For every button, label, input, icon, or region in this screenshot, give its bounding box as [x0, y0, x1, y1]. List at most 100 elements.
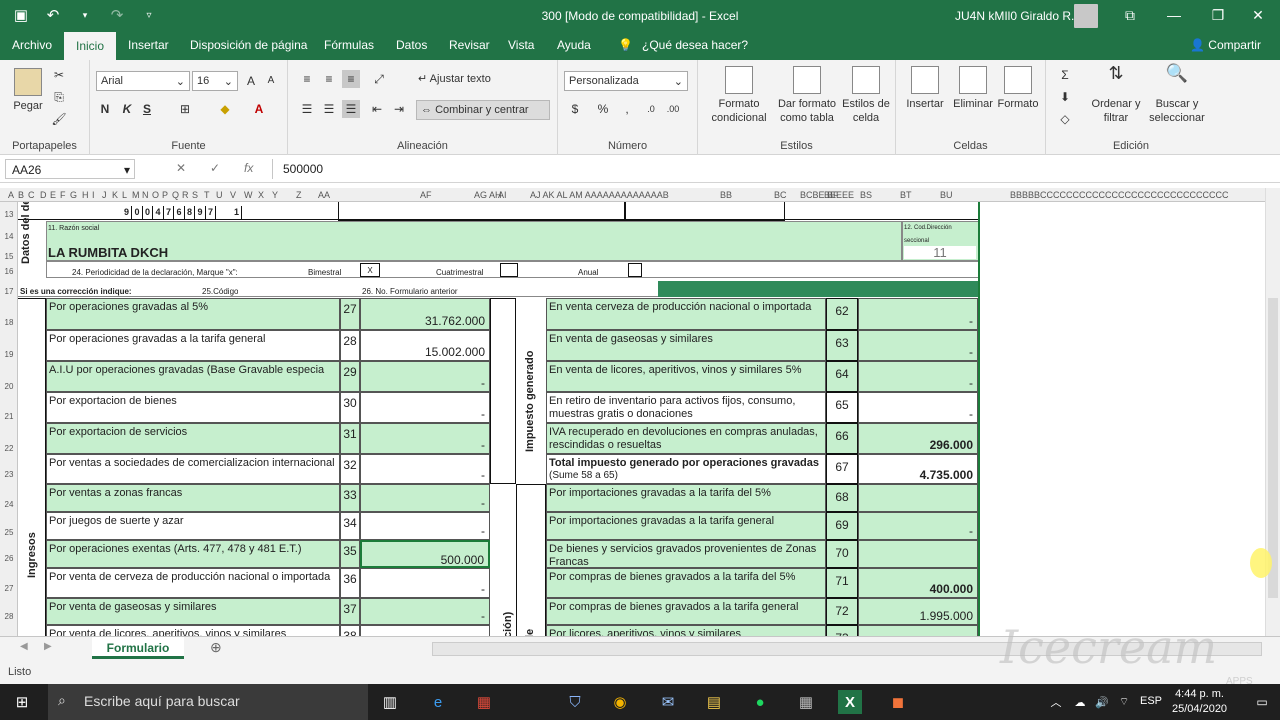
close-icon[interactable]: ✕	[1236, 0, 1280, 30]
row-header[interactable]: 16	[0, 267, 18, 276]
restore-icon[interactable]: ❐	[1196, 0, 1240, 30]
nit-digit[interactable]: 0	[133, 206, 143, 219]
row-header[interactable]: 21	[0, 412, 18, 421]
sheet-tab-formulario[interactable]: Formulario	[92, 637, 184, 659]
gift-icon[interactable]: ▦	[472, 690, 496, 714]
column-header[interactable]: BC	[774, 190, 787, 200]
row-header[interactable]: 13	[0, 210, 18, 219]
row-header[interactable]: 18	[0, 318, 18, 327]
font-name-combo[interactable]: Arial ⌄	[96, 71, 190, 91]
ingreso-value[interactable]: 31.762.000	[360, 298, 490, 330]
autosum-icon[interactable]: Σ	[1056, 66, 1074, 84]
column-header[interactable]: BBBBBCCCCCCCCCCCCCCCCCCCCCCCCCCCCC	[1010, 190, 1229, 200]
font-size-combo[interactable]: 16 ⌄	[192, 71, 238, 91]
tab-formulas[interactable]: Fórmulas	[324, 38, 374, 52]
language-indicator[interactable]: ESP	[1140, 695, 1162, 707]
currency-icon[interactable]: $	[566, 100, 584, 118]
conditional-format-button[interactable]: Formato condicional	[704, 66, 774, 125]
row-header[interactable]: 19	[0, 350, 18, 359]
cancel-icon[interactable]: ✕	[176, 161, 186, 175]
ingreso-value[interactable]: -	[360, 568, 490, 598]
grow-font-icon[interactable]: A	[242, 72, 260, 90]
format-painter-icon[interactable]: 🖌	[50, 110, 68, 128]
column-header[interactable]: F	[60, 190, 66, 200]
volume-icon[interactable]: 🔊	[1090, 690, 1114, 714]
nit-digit[interactable]: 9	[122, 206, 132, 219]
column-header[interactable]: S	[192, 190, 198, 200]
row-header[interactable]: 20	[0, 382, 18, 391]
ingreso-value[interactable]: -	[360, 598, 490, 625]
wrap-text-button[interactable]: ↵ Ajustar texto	[418, 72, 491, 86]
find-select-button[interactable]: 🔍 Buscar y seleccionar	[1146, 64, 1208, 125]
bold-button[interactable]: N	[96, 100, 114, 118]
row-header[interactable]: 28	[0, 612, 18, 621]
taskbar-search[interactable]: ⌕ Escribe aquí para buscar	[48, 684, 368, 720]
ingreso-value[interactable]: -	[360, 361, 490, 392]
shrink-font-icon[interactable]: A	[262, 72, 280, 90]
column-header[interactable]: BS	[860, 190, 872, 200]
tab-datos[interactable]: Datos	[396, 38, 427, 52]
column-header[interactable]: A	[8, 190, 14, 200]
row-header[interactable]: 15	[0, 252, 18, 261]
row-header[interactable]: 14	[0, 232, 18, 241]
column-header[interactable]: P	[162, 190, 168, 200]
ingreso-value[interactable]: 15.002.000	[360, 330, 490, 361]
name-box[interactable]: AA26 ▾	[5, 159, 135, 179]
photos-icon[interactable]: ▦	[794, 690, 818, 714]
clock[interactable]: 4:44 p. m. 25/04/2020	[1172, 687, 1227, 717]
share-button[interactable]: 👤 Compartir	[1190, 38, 1261, 52]
excel-icon[interactable]: X	[838, 690, 862, 714]
spotify-icon[interactable]: ●	[748, 690, 772, 714]
minimize-icon[interactable]: —	[1152, 0, 1196, 30]
underline-button[interactable]: S	[138, 100, 156, 118]
impuesto-value[interactable]: 400.000	[858, 568, 978, 598]
column-header[interactable]: BU	[940, 190, 953, 200]
tab-ayuda[interactable]: Ayuda	[557, 38, 591, 52]
column-header[interactable]: AJ AK AL AM AAAAAAAAAAAAAB	[530, 190, 669, 200]
column-header[interactable]: R	[182, 190, 189, 200]
column-header[interactable]: L	[122, 190, 127, 200]
sort-filter-button[interactable]: ⇅ Ordenar y filtrar	[1088, 64, 1144, 125]
nit-digit[interactable]: 0	[143, 206, 153, 219]
column-header[interactable]: Y	[272, 190, 278, 200]
insert-cells-button[interactable]: Insertar	[902, 66, 948, 111]
ingreso-value[interactable]: -	[360, 392, 490, 423]
format-table-button[interactable]: Dar formato como tabla	[774, 66, 840, 125]
tab-insertar[interactable]: Insertar	[128, 38, 169, 52]
column-header[interactable]: U	[216, 190, 223, 200]
align-top-icon[interactable]: ≡	[298, 70, 316, 88]
impuesto-value[interactable]	[858, 484, 978, 512]
impuesto-value[interactable]: 4.735.000	[858, 454, 978, 484]
next-sheet-icon[interactable]: ▶	[44, 641, 52, 652]
column-header[interactable]: X	[258, 190, 264, 200]
cuatrimestral-checkbox[interactable]	[500, 263, 518, 277]
impuesto-value[interactable]: -	[858, 298, 978, 330]
decrease-indent-icon[interactable]: ⇤	[368, 100, 386, 118]
column-header[interactable]: I	[92, 190, 95, 200]
column-header[interactable]: C	[28, 190, 35, 200]
impuesto-value[interactable]: 296.000	[858, 423, 978, 454]
row-header[interactable]: 17	[0, 287, 18, 296]
nit-digit[interactable]: 7	[206, 206, 216, 219]
row-header[interactable]: 26	[0, 554, 18, 563]
italic-button[interactable]: K	[118, 100, 136, 118]
fx-icon[interactable]: fx	[244, 161, 253, 175]
align-right-icon[interactable]: ☰	[342, 100, 360, 118]
recorder-icon[interactable]: ◼	[886, 690, 910, 714]
column-header[interactable]: O	[152, 190, 159, 200]
column-header[interactable]: BB	[720, 190, 732, 200]
column-header[interactable]: B	[18, 190, 24, 200]
nit-digit[interactable]: 9	[196, 206, 206, 219]
impuesto-value[interactable]: -	[858, 330, 978, 361]
row-header[interactable]: 27	[0, 584, 18, 593]
tab-disposicion[interactable]: Disposición de página	[190, 38, 307, 52]
tab-revisar[interactable]: Revisar	[449, 38, 490, 52]
column-header[interactable]: M	[132, 190, 140, 200]
store-icon[interactable]: ⛉	[563, 690, 587, 714]
column-header[interactable]: BEEEE	[824, 190, 854, 200]
row-header[interactable]: 22	[0, 444, 18, 453]
orientation-icon[interactable]: ⤢	[370, 70, 388, 88]
thousands-icon[interactable]: ,	[618, 100, 636, 118]
chart-app-icon[interactable]: ▤	[702, 690, 726, 714]
tab-archivo[interactable]: Archivo	[12, 38, 52, 52]
